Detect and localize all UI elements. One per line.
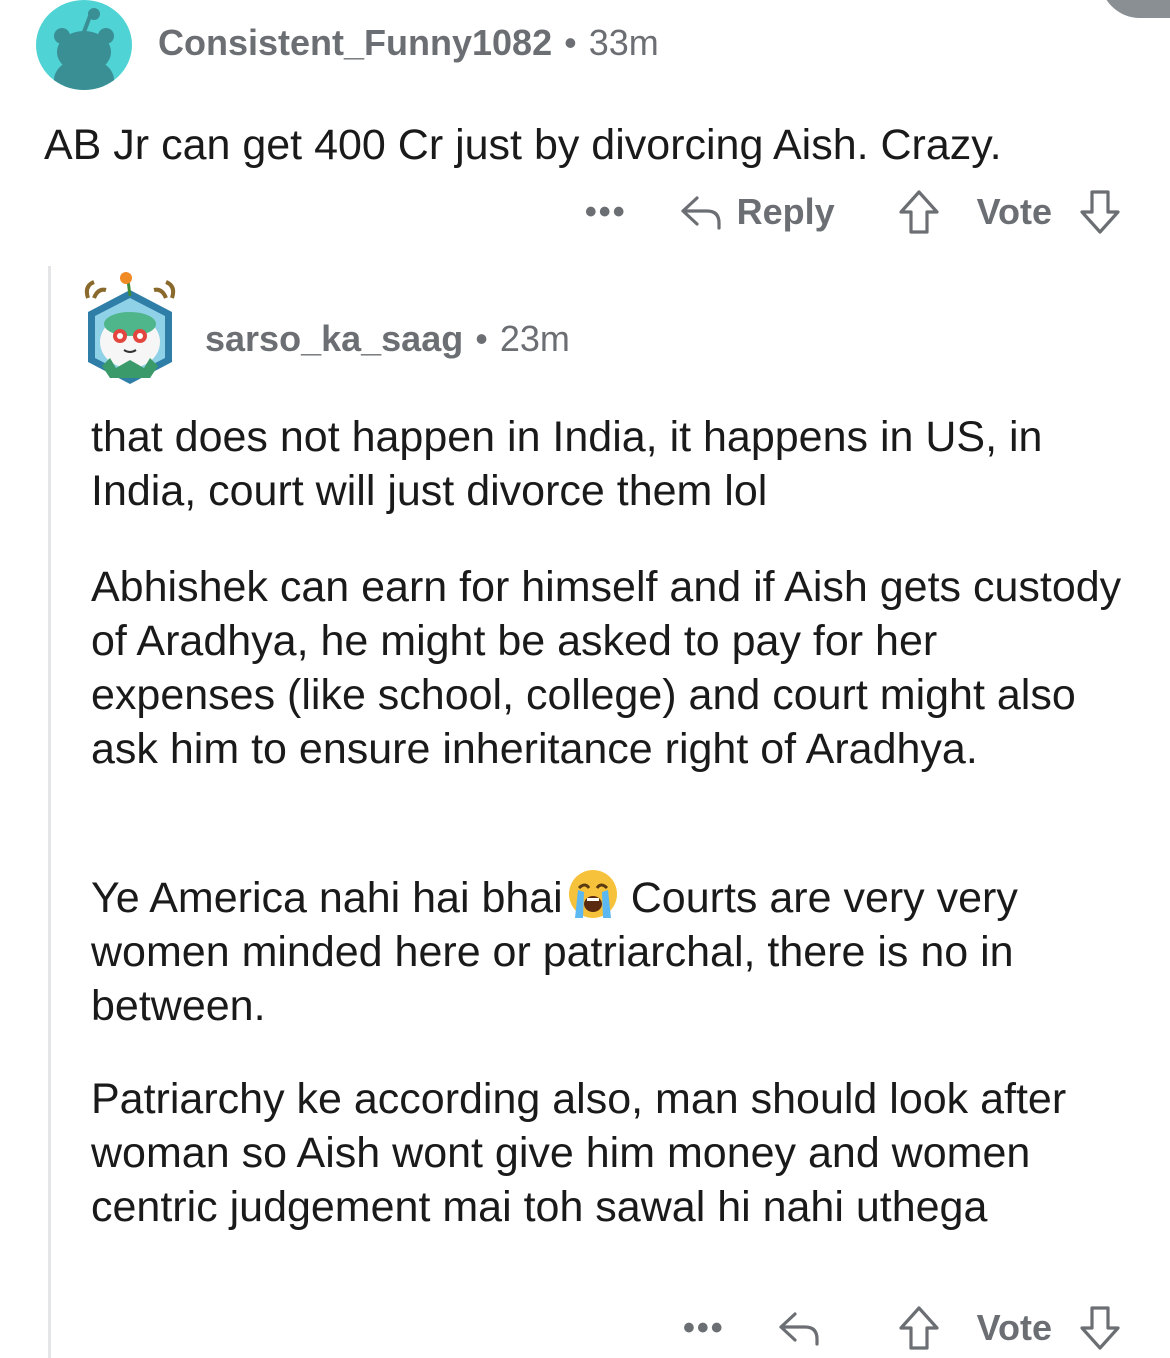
comment-meta: sarso_ka_saag • 23m <box>205 318 570 360</box>
comment-paragraph: Patriarchy ke according also, man should… <box>91 1075 1067 1231</box>
vote-label: Vote <box>976 1307 1052 1348</box>
upvote-icon[interactable] <box>897 189 941 235</box>
hexagon-creature-avatar-icon[interactable] <box>80 268 180 388</box>
more-options-button[interactable]: ••• <box>683 1311 725 1345</box>
vote-controls: Vote <box>897 189 1122 235</box>
vote-label: Vote <box>976 191 1052 232</box>
downvote-icon[interactable] <box>1078 1305 1122 1351</box>
reply-label: Reply <box>736 191 835 232</box>
upvote-icon[interactable] <box>897 1305 941 1351</box>
reddit-snoo-avatar-icon[interactable] <box>36 0 132 90</box>
more-options-button[interactable]: ••• <box>585 195 627 229</box>
comment-paragraph: that does not happen in India, it happen… <box>91 413 1043 515</box>
comment-meta: Consistent_Funny1082 • 33m <box>158 22 659 64</box>
timestamp: 33m <box>588 22 659 63</box>
vote-controls: Vote <box>897 1305 1122 1351</box>
username[interactable]: sarso_ka_saag <box>205 318 463 359</box>
reply-button[interactable] <box>777 1308 835 1348</box>
meta-separator: • <box>475 318 488 359</box>
paragraph-text: Ye America nahi hai bhai <box>91 874 563 922</box>
thread-line[interactable] <box>48 266 51 1358</box>
loudly-crying-face-emoji <box>567 868 619 920</box>
comment-actions: ••• Vote <box>683 1302 1122 1354</box>
comment-paragraph: Abhishek can earn for himself and if Ais… <box>91 563 1122 773</box>
comment-actions: ••• Reply Vote <box>585 186 1122 238</box>
reply-icon <box>779 1312 819 1346</box>
timestamp: 23m <box>499 318 570 359</box>
reply-button[interactable]: Reply <box>679 191 835 233</box>
reply-icon <box>681 196 721 230</box>
comment-paragraph: Ye America nahi hai bhai Courts are very… <box>91 868 1131 1033</box>
meta-separator: • <box>564 22 577 63</box>
corner-decoration <box>1100 0 1170 18</box>
username[interactable]: Consistent_Funny1082 <box>158 22 552 63</box>
downvote-icon[interactable] <box>1078 189 1122 235</box>
comment-body: AB Jr can get 400 Cr just by divorcing A… <box>44 121 1002 169</box>
